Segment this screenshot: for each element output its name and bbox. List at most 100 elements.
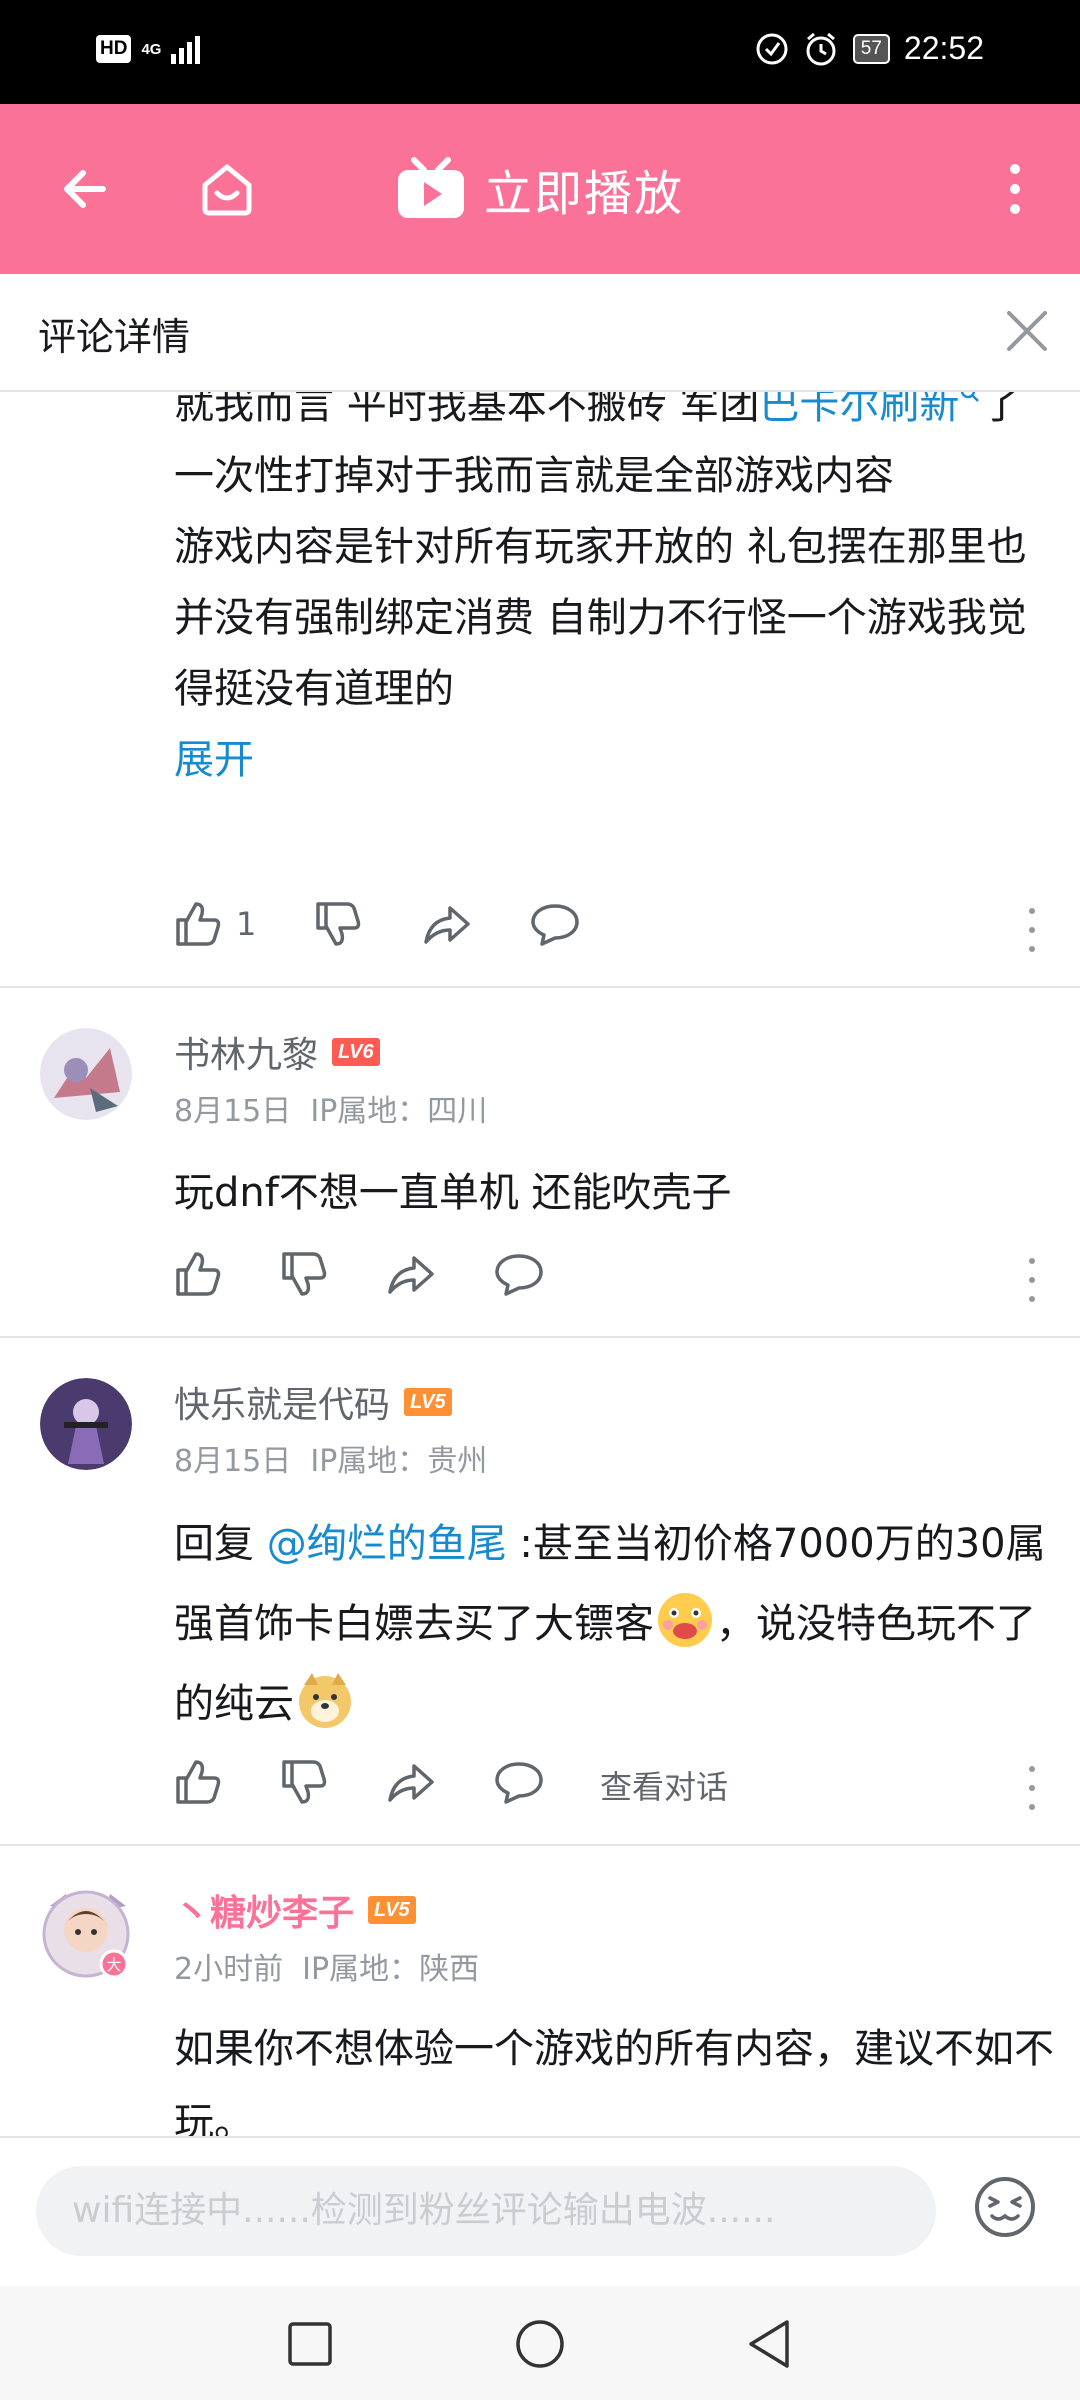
comment-input-bar: wifi连接中......检测到粉丝评论输出电波......	[0, 2136, 1080, 2286]
status-left: HD 4G	[96, 34, 201, 64]
system-navigation-bar	[0, 2286, 1080, 2400]
comment-list[interactable]: 就我而言 平时我基本不搬砖 军团巴卡尔刷新 了一次性打掉对于我而言就是全部游戏内容…	[0, 392, 1080, 2136]
level-badge: LV5	[404, 1388, 452, 1416]
username[interactable]: 快乐就是代码	[174, 1376, 390, 1428]
signal-icon	[171, 34, 201, 64]
ip-location: IP属地：四川	[310, 1094, 488, 1129]
search-icon	[961, 392, 980, 402]
comment-meta: 8月15日 IP属地：四川	[174, 1086, 487, 1130]
username-row: 丶糖炒李子 LV5	[174, 1884, 416, 1936]
comment-actions	[174, 1250, 1054, 1310]
status-right: 57 22:52	[755, 30, 984, 67]
view-conversation-button[interactable]: 查看对话	[600, 1762, 728, 1808]
triangle-back-icon	[749, 2320, 789, 2368]
view-conversation-label: 查看对话	[600, 1768, 729, 1806]
play-now-button[interactable]: 立即播放	[0, 154, 1080, 224]
like-count: 1	[236, 905, 257, 943]
username-row: 书林九黎 LV6	[174, 1026, 380, 1078]
circle-icon	[516, 2320, 564, 2368]
sync-icon	[756, 33, 788, 64]
reply-button[interactable]	[530, 900, 580, 948]
comment-actions: 查看对话	[174, 1758, 1054, 1818]
reply-button[interactable]	[494, 1250, 544, 1298]
recent-apps-button[interactable]	[280, 2314, 340, 2374]
comment-bubble-icon	[495, 1762, 543, 1804]
dislike-button[interactable]	[280, 1758, 328, 1806]
share-button[interactable]	[386, 1250, 436, 1298]
drooling-face-emoji	[658, 1593, 712, 1647]
comment-text: 就我而言 平时我基本不搬砖 军团巴卡尔刷新 了一次性打掉对于我而言就是全部游戏内容…	[174, 392, 1054, 796]
status-bar: HD 4G 57 22:52	[0, 0, 1080, 104]
comment-meta: 2小时前 IP属地：陕西	[174, 1944, 479, 1988]
play-now-label: 立即播放	[483, 166, 684, 222]
comment-more-button[interactable]	[1022, 1258, 1042, 1302]
comment-text: 如果你不想体验一个游戏的所有内容，建议不如不玩。	[174, 2026, 1054, 2136]
comment-bubble-icon	[495, 1254, 543, 1296]
thumb-down-icon	[282, 1252, 327, 1296]
comment-date: 8月15日	[174, 1444, 292, 1479]
comment-text-part: 游戏内容是针对所有玩家开放的 礼包摆在那里也并没有强制绑定消费 自制力不行怪一个…	[174, 524, 1027, 712]
dislike-button[interactable]	[280, 1250, 328, 1298]
avatar[interactable]	[40, 1028, 132, 1120]
hd-badge: HD	[96, 35, 132, 63]
mention-link[interactable]: @绚烂的鱼尾	[267, 1521, 507, 1567]
share-icon	[424, 906, 470, 944]
share-button[interactable]	[386, 1758, 436, 1806]
reply-prefix: 回复	[174, 1521, 267, 1567]
page-title: 评论详情	[38, 315, 191, 359]
username[interactable]: 丶糖炒李子	[174, 1884, 354, 1936]
level-badge: LV5	[368, 1896, 416, 1924]
thumb-down-icon	[282, 1760, 327, 1804]
share-button[interactable]	[422, 900, 472, 948]
more-options-button[interactable]	[970, 144, 1060, 234]
thumb-down-icon	[316, 902, 361, 946]
username[interactable]: 书林九黎	[174, 1026, 318, 1078]
comment-actions: 1	[174, 900, 1054, 960]
avatar[interactable]	[40, 1378, 132, 1470]
comment-text: 玩dnf不想一直单机 还能吹壳子	[174, 1170, 732, 1216]
dislike-button[interactable]	[314, 900, 362, 948]
comment-more-button[interactable]	[1022, 908, 1042, 952]
search-keyword-link[interactable]: 巴卡尔刷新	[759, 392, 981, 428]
more-vertical-icon	[1010, 164, 1020, 214]
thumb-up-icon	[176, 1760, 221, 1804]
svg-text:大: 大	[106, 1956, 121, 1974]
comment-text: 回复 @绚烂的鱼尾 :甚至当初价格7000万的30属强首饰卡白嫖去买了大镖客 ，说…	[174, 1504, 1054, 1744]
share-icon	[388, 1256, 434, 1294]
comment-more-button[interactable]	[1022, 1766, 1042, 1810]
network-type: 4G	[141, 40, 162, 58]
emoji-button[interactable]	[972, 2174, 1038, 2240]
battery-indicator: 57	[852, 33, 890, 64]
thumb-up-icon	[176, 1252, 221, 1296]
comment-meta: 8月15日 IP属地：贵州	[174, 1436, 487, 1480]
doge-emoji	[299, 1673, 351, 1728]
ip-location: IP属地：贵州	[310, 1444, 488, 1479]
clock: 22:52	[903, 30, 984, 66]
comment-input[interactable]: wifi连接中......检测到粉丝评论输出电波......	[36, 2166, 936, 2256]
divider	[0, 1336, 1080, 1338]
like-button[interactable]	[174, 1758, 222, 1806]
avatar[interactable]: 大	[40, 1886, 132, 1979]
like-button[interactable]: 1	[174, 900, 256, 948]
user-avatar-image: 大	[42, 1890, 130, 1979]
user-avatar-image	[40, 1378, 132, 1470]
comment-date: 8月15日	[174, 1094, 292, 1129]
username-row: 快乐就是代码 LV5	[174, 1376, 452, 1428]
share-icon	[388, 1764, 434, 1802]
emoji-face-icon	[975, 2177, 1035, 2237]
comment-text-part: 就我而言 平时我基本不搬砖 军团	[174, 392, 760, 428]
square-icon	[288, 2322, 332, 2366]
home-nav-button[interactable]	[510, 2314, 570, 2374]
level-badge: LV6	[332, 1038, 380, 1066]
close-button[interactable]	[992, 296, 1062, 366]
back-nav-button[interactable]	[740, 2314, 800, 2374]
expand-link[interactable]: 展开	[174, 737, 254, 783]
user-avatar-image	[40, 1028, 132, 1120]
reply-button[interactable]	[494, 1758, 544, 1806]
divider	[0, 986, 1080, 988]
close-icon	[1007, 311, 1047, 351]
thumb-up-icon	[176, 902, 221, 946]
like-button[interactable]	[174, 1250, 222, 1298]
tv-play-icon	[397, 157, 464, 218]
search-keyword-text: 巴卡尔刷新	[759, 392, 960, 428]
